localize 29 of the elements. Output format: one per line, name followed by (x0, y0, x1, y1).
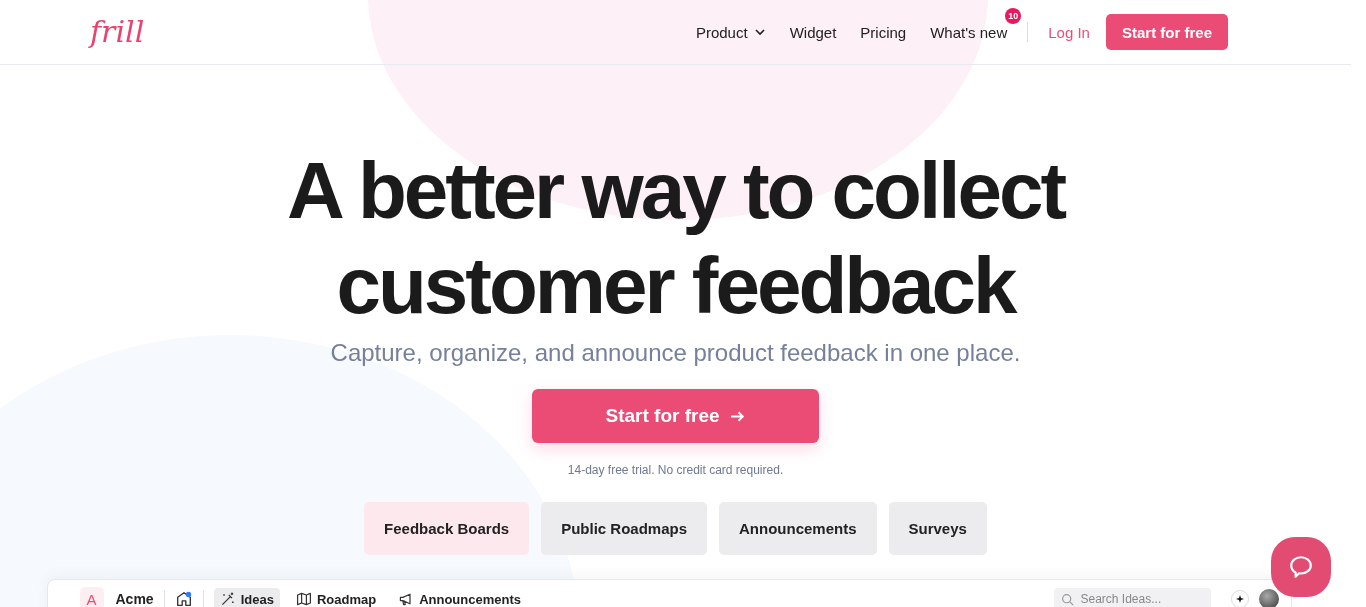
count-badge: 10 (1005, 7, 1022, 24)
feature-tab[interactable]: Announcements (719, 502, 877, 555)
nav-dropdown[interactable]: Product (695, 23, 766, 41)
app-nav-tab[interactable]: Announcements (392, 588, 527, 607)
magic-wand-icon (219, 591, 236, 607)
feature-tab[interactable]: Feedback Boards (364, 502, 530, 555)
chat-button[interactable] (1271, 537, 1331, 597)
headline: A better way to collect customer feedback (285, 145, 1066, 332)
app-nav-tab[interactable]: Ideas (213, 588, 280, 607)
search-field[interactable]: Search Ideas... (1053, 588, 1211, 607)
chevron-down-icon (753, 26, 766, 38)
start-button[interactable]: Start for free (532, 389, 819, 443)
start-button[interactable]: Start for free (1105, 14, 1228, 50)
feature-tab[interactable]: Surveys (888, 502, 987, 555)
trial-note: 14-day free trial. No credit card required. (567, 463, 784, 477)
nav-link[interactable]: Widget (789, 23, 837, 41)
home-icon[interactable] (174, 590, 193, 607)
subtitle: Capture, organize, and announce product feedback in one place. (330, 339, 1021, 367)
workspace-avatar: A (79, 587, 104, 607)
nav-link[interactable]: Pricing (860, 23, 907, 41)
nav-link[interactable]: What's new (930, 23, 1008, 41)
feature-tab[interactable]: Public Roadmaps (541, 502, 707, 555)
user-avatar[interactable] (1258, 589, 1279, 607)
map-icon (295, 591, 312, 607)
chat-icon (1288, 554, 1314, 580)
app-nav-tab[interactable]: Roadmap (289, 588, 383, 607)
workspace-name: Acme (115, 591, 154, 607)
login-link[interactable]: Log In (1048, 23, 1090, 41)
logo[interactable]: frill (90, 17, 145, 47)
